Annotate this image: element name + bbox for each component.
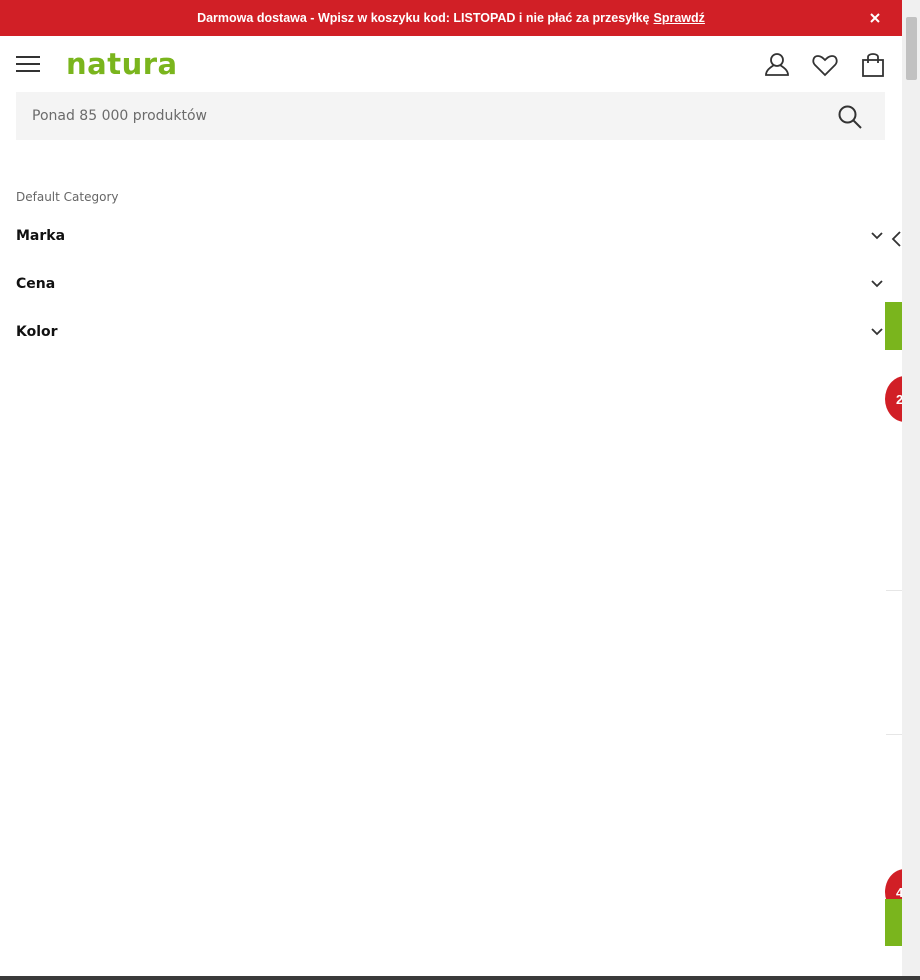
filter-list: Marka Cena Kolor <box>16 212 886 356</box>
filter-price[interactable]: Cena <box>16 260 886 308</box>
chevron-left-icon[interactable] <box>890 229 902 249</box>
bottom-edge <box>0 976 920 980</box>
chevron-down-icon <box>871 280 883 288</box>
search-bar <box>16 92 885 140</box>
divider <box>886 734 902 735</box>
category-title: Default Category <box>16 190 119 204</box>
close-icon[interactable] <box>866 9 884 27</box>
side-green-tab[interactable] <box>885 302 902 350</box>
promo-check-link[interactable]: Sprawdź <box>654 11 705 25</box>
filter-brand[interactable]: Marka <box>16 212 886 260</box>
search-icon[interactable] <box>837 104 863 130</box>
side-green-tab[interactable] <box>885 899 902 946</box>
side-badge[interactable]: 2 <box>885 376 902 422</box>
user-icon[interactable] <box>763 51 791 79</box>
filter-color[interactable]: Kolor <box>16 308 886 356</box>
search-input[interactable] <box>16 92 796 140</box>
filter-label: Kolor <box>16 324 58 340</box>
scrollbar[interactable] <box>902 0 920 980</box>
chevron-down-icon <box>871 232 883 240</box>
scrollbar-thumb[interactable] <box>906 17 917 80</box>
logo[interactable]: natura <box>66 46 178 82</box>
side-panel-edge: 2 4 <box>0 0 902 980</box>
hamburger-menu-icon[interactable] <box>16 56 40 72</box>
heart-icon[interactable] <box>811 51 839 79</box>
promo-banner: Darmowa dostawa - Wpisz w koszyku kod: L… <box>0 0 902 36</box>
shopping-bag-icon[interactable] <box>859 51 887 79</box>
site-header: natura <box>0 36 902 92</box>
chevron-down-icon <box>871 328 883 336</box>
divider <box>886 590 902 591</box>
filter-label: Cena <box>16 276 56 292</box>
filter-label: Marka <box>16 228 66 244</box>
promo-text: Darmowa dostawa - Wpisz w koszyku kod: L… <box>197 11 650 25</box>
